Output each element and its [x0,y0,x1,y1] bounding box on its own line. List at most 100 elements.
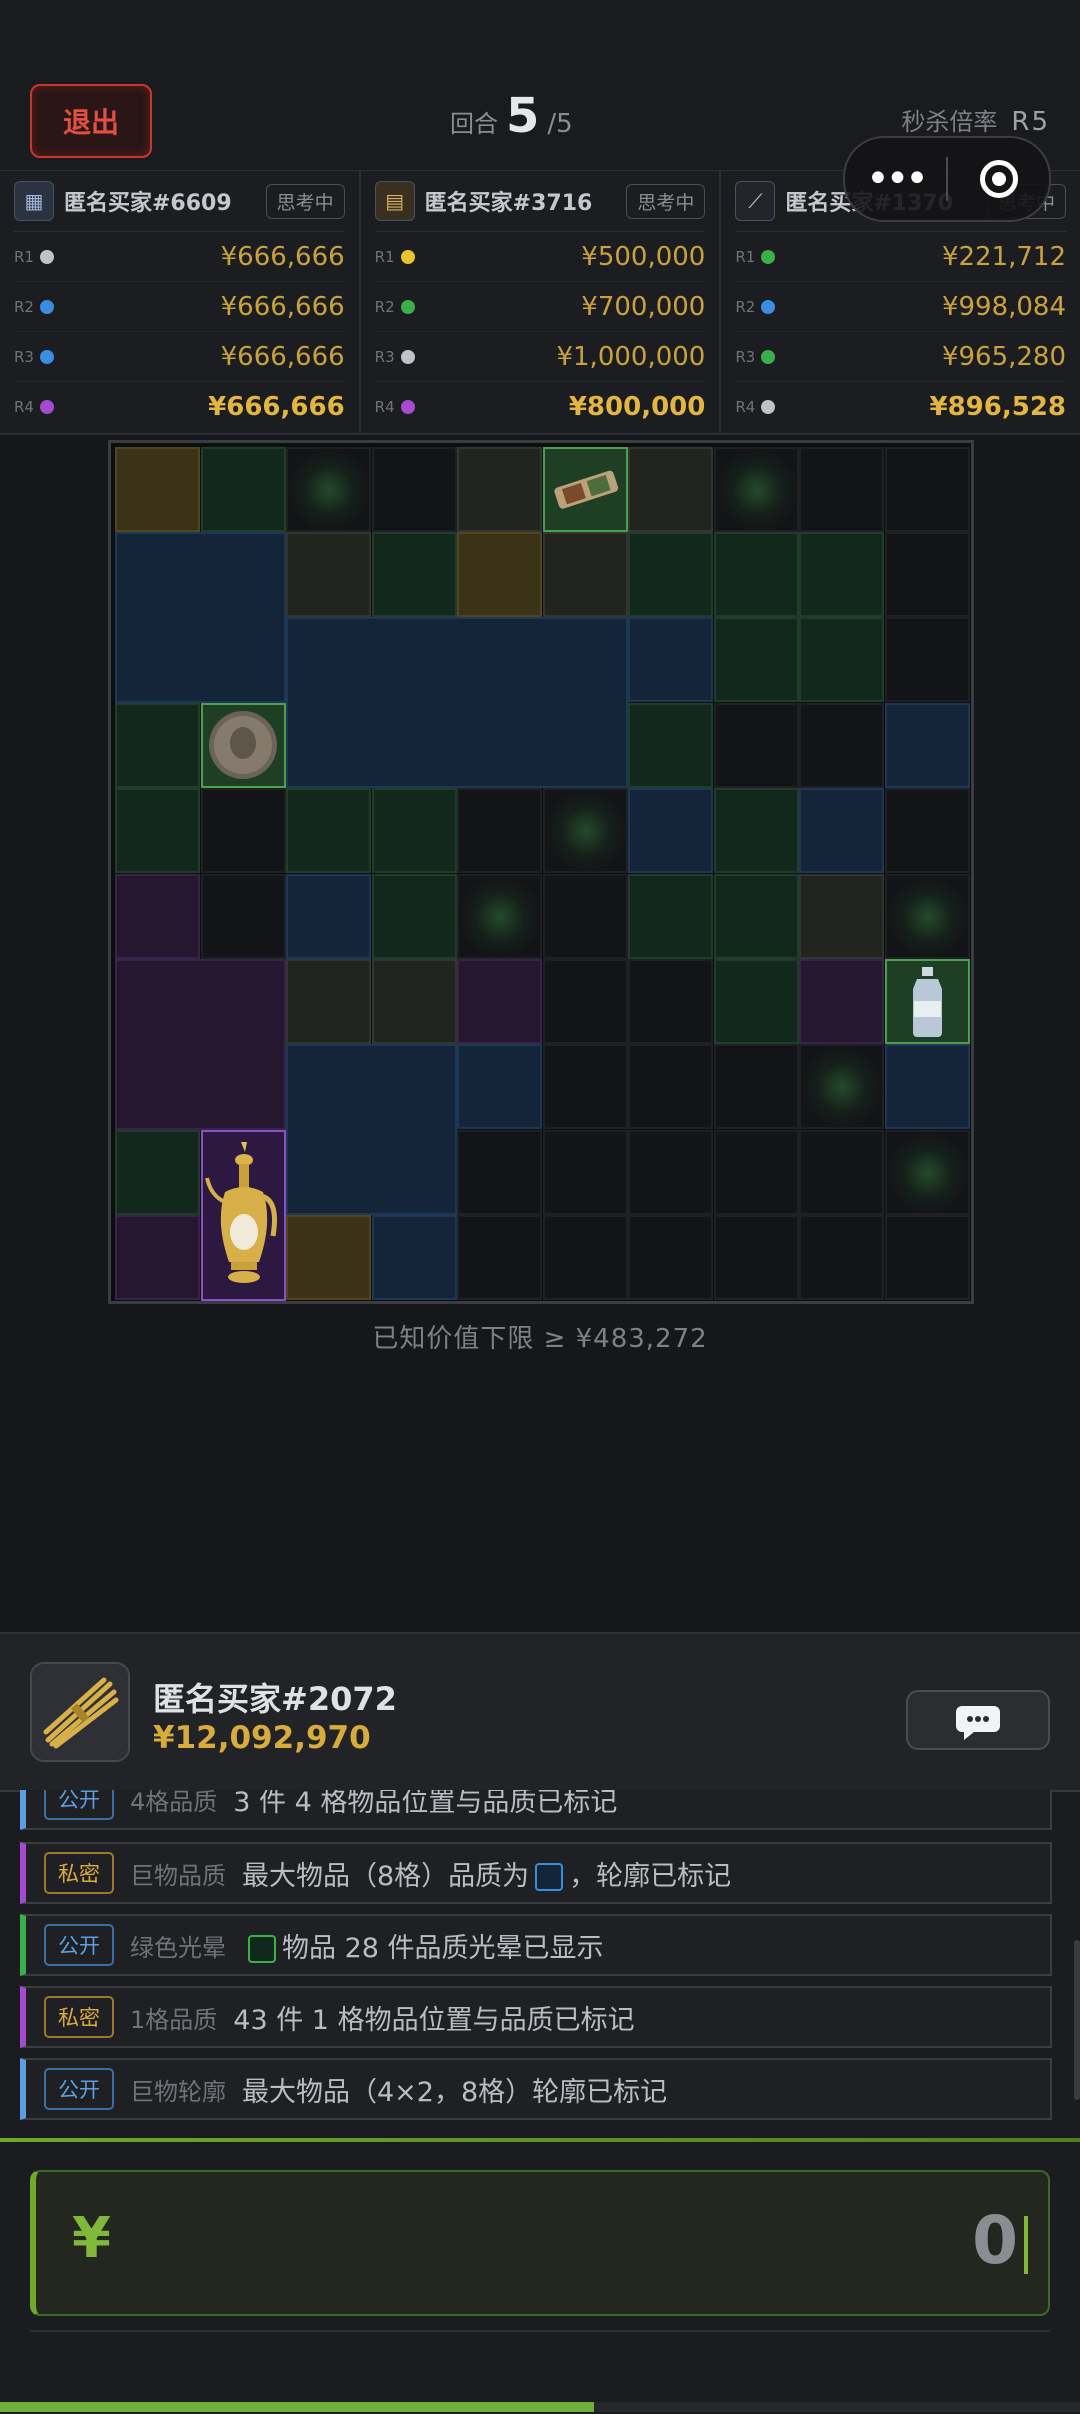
grid-cell[interactable] [714,617,799,702]
grid-cell[interactable] [799,959,884,1044]
grid-cell[interactable] [543,1130,628,1215]
grid-cell[interactable] [628,788,713,873]
grid-cell[interactable] [628,703,713,788]
round-label: 回合 [450,110,498,138]
grid-cell-water-bottle[interactable] [885,959,970,1044]
grid-cell[interactable] [201,874,286,959]
quality-dot [400,249,415,264]
chat-button[interactable] [906,1690,1050,1750]
grid-cell-large[interactable] [286,1044,457,1215]
quality-dot [40,399,54,414]
grid-cell[interactable] [457,788,542,873]
grid-cell[interactable] [628,1130,713,1215]
grid-cell-giant[interactable] [286,617,628,788]
grid-cell[interactable] [799,1215,884,1300]
grid-cell[interactable] [885,617,970,702]
bid-value: ¥700,000 [581,291,706,322]
close-target-icon[interactable] [948,160,1049,198]
grid-cell[interactable] [714,1044,799,1129]
grid-cell[interactable] [799,788,884,873]
bid-value: ¥896,528 [929,391,1067,422]
log-scrollbar[interactable] [1074,1940,1080,2100]
grid-cell[interactable] [885,447,970,532]
grid-cell-large[interactable] [115,959,286,1130]
grid-cell[interactable] [714,703,799,788]
grid-cell[interactable] [372,959,457,1044]
grid-cell[interactable] [457,532,542,617]
grid-cell[interactable] [543,959,628,1044]
grid-cell[interactable] [714,1215,799,1300]
grid-cell[interactable] [799,447,884,532]
grid-cell[interactable] [543,874,628,959]
round-total: /5 [547,109,573,139]
grid-cell[interactable] [457,1044,542,1129]
bid-amount-input[interactable]: 0 [972,2202,1028,2279]
grid-cell[interactable] [628,1215,713,1300]
bid-row: R2 ¥998,084 [735,282,1067,332]
grid-cell[interactable] [115,447,200,532]
grid-cell[interactable] [201,788,286,873]
quality-glow [885,1130,971,1216]
grid-cell-snack-bar[interactable] [543,447,628,532]
grid-cell[interactable] [372,788,457,873]
grid-cell[interactable] [628,447,713,532]
grid-cell[interactable] [457,1130,542,1215]
grid-cell[interactable] [457,447,542,532]
grid-cell[interactable] [115,703,200,788]
grid-cell[interactable] [628,1044,713,1129]
grid-cell[interactable] [714,788,799,873]
grid-cell[interactable] [628,532,713,617]
grid-cell[interactable] [714,532,799,617]
grid-cell[interactable] [115,874,200,959]
grid-cell[interactable] [372,1215,457,1300]
grid-cell[interactable] [286,959,371,1044]
grid-cell[interactable] [115,1215,200,1300]
grid-cell[interactable] [799,874,884,959]
grid-cell[interactable] [714,959,799,1044]
grid-cell[interactable] [543,532,628,617]
grid-cell[interactable] [201,447,286,532]
rate-value: R5 [1011,107,1050,137]
grid-cell-coin[interactable] [201,703,286,788]
grid-cell[interactable] [628,874,713,959]
exit-button[interactable]: 退出 [30,84,152,158]
bid-amount-field[interactable]: ¥ 0 [30,2170,1050,2316]
grid-cell[interactable] [799,617,884,702]
grid-cell[interactable] [885,703,970,788]
bid-row: R4 ¥800,000 [375,382,706,431]
grid-cell[interactable] [372,532,457,617]
log-text: 3 件 4 格物品位置与品质已标记 [233,1790,618,1818]
grid-cell[interactable] [115,788,200,873]
grid-cell[interactable] [799,1130,884,1215]
grid-cell[interactable] [543,1044,628,1129]
grid-cell[interactable] [115,1130,200,1215]
grid-cell[interactable] [714,1130,799,1215]
grid-cell[interactable] [457,1215,542,1300]
grid-cell[interactable] [543,1215,628,1300]
grid-cell[interactable] [628,959,713,1044]
grid-cell[interactable] [286,1215,371,1300]
rate-indicator: 秒杀倍率 R5 [901,102,1050,137]
grid-cell[interactable] [286,532,371,617]
grid-cell[interactable] [799,532,884,617]
grid-cell-ewer[interactable] [201,1130,286,1301]
grid-cell-large[interactable] [115,532,286,703]
grid-cell[interactable] [885,1215,970,1300]
grid-cell[interactable] [885,788,970,873]
grid-cell[interactable] [286,788,371,873]
grid-cell[interactable] [372,874,457,959]
intel-log-list[interactable]: 公开 4格品质 3 件 4 格物品位置与品质已标记 私密 巨物品质 最大物品（8… [0,1790,1080,2130]
grid-cell[interactable] [885,1044,970,1129]
intel-log-item: 公开 4格品质 3 件 4 格物品位置与品质已标记 [20,1790,1052,1830]
grid-cell[interactable] [799,703,884,788]
grid-cell[interactable] [628,617,713,702]
grid-cell[interactable] [372,447,457,532]
grid-cell[interactable] [457,959,542,1044]
grid-cell[interactable] [714,874,799,959]
grid-cell[interactable] [286,874,371,959]
more-menu-icon[interactable]: ••• [845,159,946,199]
bid-round-label: R4 [735,397,756,416]
grid-cell[interactable] [885,532,970,617]
quality-glow [885,874,971,960]
log-category: 巨物轮廓 [130,2077,226,2106]
